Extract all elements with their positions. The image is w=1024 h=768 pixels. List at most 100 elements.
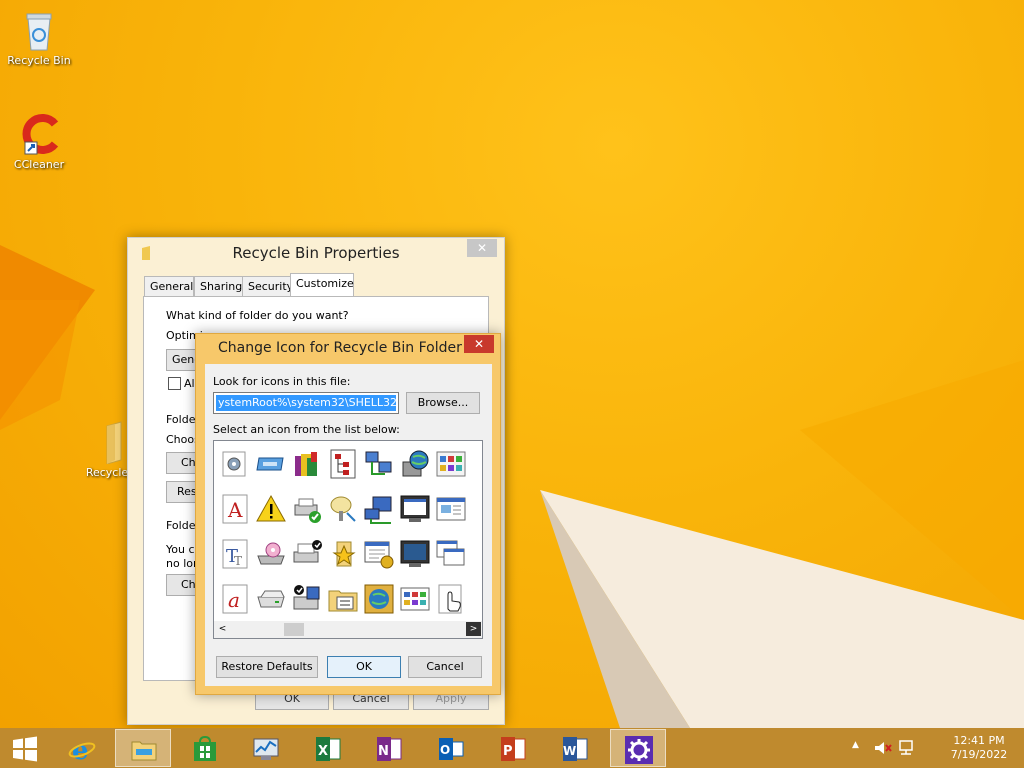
close-icon: ✕ bbox=[473, 337, 485, 351]
icon-option[interactable] bbox=[397, 536, 433, 572]
start-button[interactable] bbox=[0, 729, 50, 767]
taskbar-excel[interactable]: X bbox=[300, 729, 356, 767]
icon-option[interactable]: a bbox=[217, 581, 253, 617]
icon-option[interactable] bbox=[433, 536, 469, 572]
taskbar-file-explorer[interactable] bbox=[115, 729, 171, 767]
hard-drive-icon bbox=[257, 590, 285, 608]
icon-option[interactable] bbox=[325, 581, 361, 617]
printer-check-icon bbox=[294, 498, 321, 523]
icon-option[interactable] bbox=[397, 491, 433, 527]
title-bar[interactable]: Recycle Bin Properties ✕ bbox=[128, 238, 504, 266]
windows-cascade-icon bbox=[436, 540, 465, 566]
taskbar-store[interactable] bbox=[177, 729, 233, 767]
icon-option[interactable] bbox=[397, 581, 433, 617]
scroll-right-button[interactable]: > bbox=[466, 622, 481, 636]
icon-option[interactable] bbox=[289, 581, 325, 617]
svg-text:P: P bbox=[503, 744, 513, 759]
globe-computer-icon bbox=[402, 450, 429, 477]
icon-option[interactable]: A bbox=[217, 491, 253, 527]
taskbar-onenote[interactable]: N bbox=[361, 729, 417, 767]
icon-option[interactable] bbox=[325, 491, 361, 527]
show-hidden-icons-icon[interactable]: ▲ bbox=[852, 740, 859, 750]
restore-defaults-button[interactable]: Restore Defaults bbox=[216, 656, 318, 678]
svg-text:X: X bbox=[318, 744, 328, 759]
dish-icon bbox=[330, 496, 356, 522]
chevron-left-icon: < bbox=[218, 624, 227, 634]
icon-option[interactable] bbox=[253, 446, 289, 482]
taskbar-outlook[interactable]: O bbox=[423, 729, 479, 767]
taskbar-powerpoint[interactable]: P bbox=[485, 729, 541, 767]
icon-list[interactable]: A TT a < > bbox=[213, 440, 483, 639]
excel-icon: X bbox=[316, 737, 341, 761]
browse-button[interactable]: Browse... bbox=[406, 392, 480, 414]
icon-option[interactable] bbox=[325, 536, 361, 572]
also-apply-checkbox[interactable] bbox=[168, 377, 181, 390]
icon-option[interactable] bbox=[397, 446, 433, 482]
tab-security[interactable]: Security bbox=[242, 276, 294, 297]
icon-option[interactable] bbox=[289, 536, 325, 572]
software-box-icon bbox=[295, 452, 317, 476]
dialog-title: Change Icon for Recycle Bin Folder bbox=[218, 340, 462, 356]
icon-option[interactable] bbox=[325, 446, 361, 482]
icon-option[interactable] bbox=[217, 446, 253, 482]
dialog-close-button[interactable]: ✕ bbox=[464, 335, 494, 353]
svg-text:e: e bbox=[72, 736, 89, 763]
close-button[interactable]: ✕ bbox=[467, 239, 497, 257]
taskbar-internet-explorer[interactable]: e bbox=[54, 729, 110, 767]
favorites-star-icon bbox=[332, 541, 356, 567]
desktop-icon-recycle-bin[interactable]: Recycle Bin bbox=[4, 8, 74, 67]
icon-option[interactable] bbox=[289, 491, 325, 527]
icon-option[interactable] bbox=[433, 491, 469, 527]
drive-icon bbox=[256, 457, 284, 471]
gear-page-icon bbox=[222, 451, 246, 477]
taskbar-word[interactable]: W bbox=[547, 729, 603, 767]
clock[interactable]: 12:41 PM 7/19/2022 bbox=[944, 734, 1014, 762]
settings-icon bbox=[625, 736, 653, 764]
recycle-bin-icon bbox=[26, 13, 52, 51]
control-panel-icon bbox=[436, 451, 466, 477]
system-tray: ▲ bbox=[846, 728, 936, 768]
icon-option[interactable] bbox=[361, 491, 397, 527]
icon-option[interactable] bbox=[433, 446, 469, 482]
resource-monitor-icon bbox=[253, 738, 279, 760]
taskbar-resource-monitor[interactable] bbox=[238, 729, 294, 767]
icon-option[interactable] bbox=[433, 581, 469, 617]
folder-list-icon bbox=[328, 590, 358, 612]
globe-frame-icon bbox=[364, 584, 394, 614]
taskbar-settings[interactable] bbox=[610, 729, 666, 767]
icon-file-input[interactable]: ystemRoot%\system32\SHELL32.dll bbox=[213, 392, 399, 414]
raster-font-icon: a bbox=[222, 584, 248, 614]
icon-option[interactable] bbox=[253, 491, 289, 527]
svg-text:A: A bbox=[227, 498, 243, 522]
clock-time: 12:41 PM bbox=[953, 734, 1005, 747]
icon-option[interactable] bbox=[361, 446, 397, 482]
network-computers-icon bbox=[365, 451, 392, 475]
icon-option[interactable]: TT bbox=[217, 536, 253, 572]
icon-option[interactable] bbox=[289, 446, 325, 482]
icon-list-scrollbar[interactable]: < > bbox=[214, 621, 482, 638]
tree-diagram-icon bbox=[330, 449, 356, 479]
icon-option[interactable] bbox=[253, 581, 289, 617]
fax-printer-icon bbox=[293, 585, 320, 610]
tab-sharing[interactable]: Sharing bbox=[194, 276, 244, 297]
icon-option[interactable] bbox=[361, 581, 397, 617]
volume-muted-icon[interactable] bbox=[874, 740, 892, 756]
window-list-icon bbox=[436, 497, 466, 521]
desktop-icon-ccleaner[interactable]: CCleaner bbox=[4, 112, 74, 171]
network-icon[interactable] bbox=[898, 740, 916, 756]
monitor-window-icon bbox=[400, 495, 430, 522]
calendar-gear-icon bbox=[364, 541, 394, 569]
scroll-thumb[interactable] bbox=[284, 623, 304, 636]
dialog-cancel-button[interactable]: Cancel bbox=[408, 656, 482, 678]
dialog-ok-button[interactable]: OK bbox=[327, 656, 401, 678]
hand-pointer-icon bbox=[438, 584, 462, 614]
store-icon bbox=[194, 735, 216, 761]
tab-customize[interactable]: Customize bbox=[290, 273, 354, 297]
icon-option[interactable] bbox=[253, 536, 289, 572]
grid-window-icon bbox=[400, 587, 430, 611]
file-explorer-icon bbox=[131, 741, 157, 761]
taskbar: e X N O P W ▲ 12:41 PM 7/19/2022 bbox=[0, 728, 1024, 768]
scroll-left-button[interactable]: < bbox=[215, 622, 230, 636]
tab-general[interactable]: General bbox=[144, 276, 194, 297]
icon-option[interactable] bbox=[361, 536, 397, 572]
